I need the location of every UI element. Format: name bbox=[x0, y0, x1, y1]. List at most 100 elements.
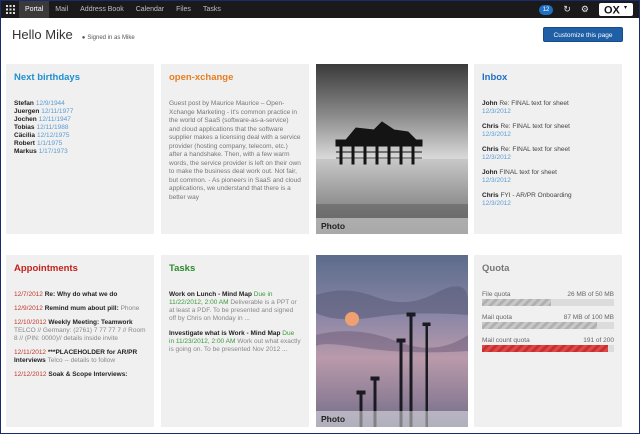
appointment-item[interactable]: 12/10/2012 Weekly Meeting: Teamwork TELC… bbox=[14, 319, 146, 343]
inbox-sender: Chris bbox=[482, 192, 499, 199]
birthdays-title[interactable]: Next birthdays bbox=[14, 72, 80, 83]
birthday-date: 1/1/1975 bbox=[36, 140, 63, 147]
birthday-date: 12/11/1988 bbox=[36, 124, 69, 131]
appointment-location: Telco -- details to follow bbox=[47, 357, 116, 364]
birthday-name: Markus bbox=[14, 148, 37, 155]
tab-calendar[interactable]: Calendar bbox=[130, 1, 170, 18]
page-header: Hello Mike ● Signed in as Mike bbox=[12, 27, 135, 42]
appointment-location: Phone bbox=[120, 305, 140, 312]
signed-in-text: Signed in as Mike bbox=[87, 35, 135, 41]
quota-item: Mail quota 87 MB of 100 MB bbox=[482, 314, 614, 329]
photo-caption-2: Photo bbox=[316, 411, 468, 427]
birthday-item: Juergen 12/11/1977 bbox=[14, 108, 146, 116]
task-title: Investigate what is Work - Mind Map bbox=[169, 330, 281, 337]
quota-bar-fill bbox=[482, 345, 609, 352]
inbox-item[interactable]: John Re: FINAL text for sheet 12/3/2012 bbox=[482, 100, 614, 116]
quota-item: Mail count quota 191 of 200 bbox=[482, 337, 614, 352]
gear-icon[interactable]: ⚙ bbox=[581, 1, 589, 18]
quota-widget[interactable]: Quota File quota 26 MB of 50 MB Mail quota… bbox=[474, 255, 622, 427]
ox-logo: OX ▾ bbox=[599, 3, 635, 16]
appointment-item[interactable]: 12/12/2012 Soak & Scope Interviews: bbox=[14, 371, 146, 379]
inbox-item-line: John FINAL text for sheet bbox=[482, 169, 614, 177]
quota-value: 87 MB of 100 MB bbox=[563, 314, 614, 321]
quota-bar bbox=[482, 299, 614, 306]
blog-title[interactable]: open-xchange bbox=[169, 72, 233, 83]
quota-bar-fill bbox=[482, 299, 551, 306]
birthday-name: Juergen bbox=[14, 108, 40, 115]
tasks-list: Work on Lunch - Mind Map Due in 11/22/20… bbox=[169, 291, 301, 361]
appointment-date: 12/9/2012 bbox=[14, 305, 43, 312]
quota-row: Mail count quota 191 of 200 bbox=[482, 337, 614, 345]
svg-text:▾: ▾ bbox=[624, 5, 627, 11]
app-launcher-icon[interactable] bbox=[1, 1, 19, 18]
appointment-title: Weekly Meeting: Teamwork bbox=[48, 319, 133, 326]
user-icon: ● bbox=[81, 35, 86, 41]
inbox-item-line: John Re: FINAL text for sheet bbox=[482, 100, 614, 108]
photo-widget-2[interactable]: Photo bbox=[316, 255, 468, 427]
quota-value: 191 of 200 bbox=[583, 337, 614, 344]
inbox-item[interactable]: Chris Re: FINAL text for sheet 12/3/2012 bbox=[482, 123, 614, 139]
inbox-widget[interactable]: Inbox John Re: FINAL text for sheet 12/3/… bbox=[474, 64, 622, 234]
topbar-actions: 12 ↻ ⚙ OX ▾ bbox=[538, 1, 639, 18]
birthday-date: 1/17/1973 bbox=[38, 148, 68, 155]
quota-list: File quota 26 MB of 50 MB Mail quota 87 MB … bbox=[482, 291, 614, 360]
appointment-item[interactable]: 12/9/2012 Remind mum about pill: Phone bbox=[14, 305, 146, 313]
quota-label: Mail quota bbox=[482, 314, 512, 321]
blog-widget[interactable]: open-xchange Guest post by Maurice Mauri… bbox=[161, 64, 309, 234]
tab-files[interactable]: Files bbox=[170, 1, 197, 18]
birthday-name: Robert bbox=[14, 140, 35, 147]
app-tabs: Portal Mail Address Book Calendar Files … bbox=[19, 1, 227, 18]
quota-title[interactable]: Quota bbox=[482, 263, 509, 274]
birthday-item: Markus 1/17/1973 bbox=[14, 148, 146, 156]
birthday-date: 12/9/1944 bbox=[35, 100, 65, 107]
inbox-item-line: Chris Re: FINAL text for sheet bbox=[482, 123, 614, 131]
birthday-item: Stefan 12/9/1944 bbox=[14, 100, 146, 108]
quota-label: Mail count quota bbox=[482, 337, 530, 344]
task-item[interactable]: Investigate what is Work - Mind Map Due … bbox=[169, 330, 301, 354]
inbox-subject: FYI - AR/PR Onboarding bbox=[500, 192, 572, 199]
inbox-subject: Re: FINAL text for sheet bbox=[499, 100, 569, 107]
tab-address-book[interactable]: Address Book bbox=[74, 1, 130, 18]
blog-article-text: Guest post by Maurice Maurice – Open-Xch… bbox=[169, 100, 301, 201]
inbox-sender: John bbox=[482, 169, 498, 176]
inbox-sender: Chris bbox=[482, 123, 499, 130]
appointment-date: 12/7/2012 bbox=[14, 291, 43, 298]
inbox-title[interactable]: Inbox bbox=[482, 72, 507, 83]
appointments-widget[interactable]: Appointments 12/7/2012 Re: Why do what w… bbox=[6, 255, 154, 427]
birthdays-list: Stefan 12/9/1944 Juergen 12/11/1977 Jochen 12… bbox=[14, 100, 146, 156]
tasks-title[interactable]: Tasks bbox=[169, 263, 195, 274]
signed-in-status: ● Signed in as Mike bbox=[82, 35, 135, 41]
tab-mail[interactable]: Mail bbox=[49, 1, 74, 18]
quota-row: File quota 26 MB of 50 MB bbox=[482, 291, 614, 299]
task-title: Work on Lunch - Mind Map bbox=[169, 291, 252, 298]
customize-page-button[interactable]: Customize this page bbox=[543, 27, 623, 42]
inbox-item[interactable]: Chris FYI - AR/PR Onboarding 12/3/2012 bbox=[482, 192, 614, 208]
tab-tasks[interactable]: Tasks bbox=[197, 1, 227, 18]
tab-portal[interactable]: Portal bbox=[19, 1, 50, 18]
quota-label: File quota bbox=[482, 291, 511, 298]
birthday-item: Cäcilia 12/12/1975 bbox=[14, 132, 146, 140]
quota-bar-fill bbox=[482, 322, 597, 329]
birthday-date: 12/11/1977 bbox=[41, 108, 74, 115]
inbox-item[interactable]: John FINAL text for sheet 12/3/2012 bbox=[482, 169, 614, 185]
refresh-icon[interactable]: ↻ bbox=[563, 1, 571, 18]
appointments-title[interactable]: Appointments bbox=[14, 263, 78, 274]
inbox-item[interactable]: Chris Re: FINAL text for sheet 12/3/2012 bbox=[482, 146, 614, 162]
appointment-location: TELCO // Germany: (2761) 7 77 77 7 // Ro… bbox=[14, 327, 146, 342]
appointment-item[interactable]: 12/11/2012 ***PLACEHOLDER for AR/PR Inte… bbox=[14, 349, 146, 365]
birthday-date: 12/12/1975 bbox=[36, 132, 70, 139]
quota-row: Mail quota 87 MB of 100 MB bbox=[482, 314, 614, 322]
pier-photo bbox=[316, 64, 468, 234]
birthdays-widget[interactable]: Next birthdays Stefan 12/9/1944 Juergen 12/… bbox=[6, 64, 154, 234]
inbox-item-line: Chris FYI - AR/PR Onboarding bbox=[482, 192, 614, 200]
birthday-name: Jochen bbox=[14, 116, 37, 123]
photo-widget-1[interactable]: Photo bbox=[316, 64, 468, 234]
appointment-item[interactable]: 12/7/2012 Re: Why do what we do bbox=[14, 291, 146, 299]
inbox-item-line: Chris Re: FINAL text for sheet bbox=[482, 146, 614, 154]
tasks-widget[interactable]: Tasks Work on Lunch - Mind Map Due in 11… bbox=[161, 255, 309, 427]
task-item[interactable]: Work on Lunch - Mind Map Due in 11/22/20… bbox=[169, 291, 301, 323]
appointment-title: Soak & Scope Interviews: bbox=[48, 371, 128, 378]
inbox-date: 12/3/2012 bbox=[482, 131, 511, 138]
birthday-item: Tobias 12/11/1988 bbox=[14, 124, 146, 132]
notification-badge[interactable]: 12 bbox=[538, 4, 554, 15]
